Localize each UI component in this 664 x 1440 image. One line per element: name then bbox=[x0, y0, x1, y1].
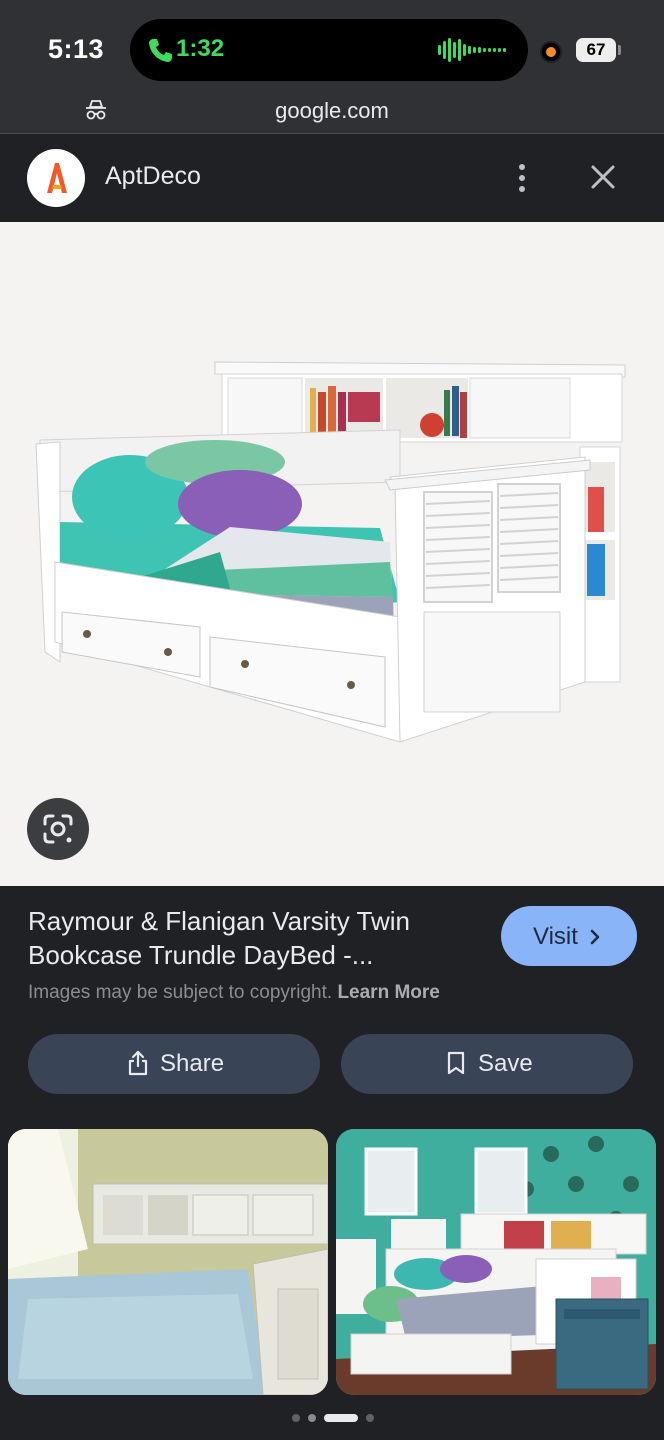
aptdeco-logo-icon bbox=[47, 163, 67, 193]
share-button[interactable]: Share bbox=[28, 1034, 320, 1094]
copyright-notice: Images may be subject to copyright. Lear… bbox=[28, 982, 440, 1004]
daybed-image bbox=[35, 361, 626, 743]
status-bar: 5:13 1:32 67 bbox=[0, 0, 664, 92]
learn-more-link[interactable]: Learn More bbox=[337, 982, 439, 1003]
share-label: Share bbox=[160, 1050, 225, 1077]
close-icon[interactable] bbox=[586, 160, 620, 194]
related-image-thumbnail[interactable] bbox=[336, 1129, 656, 1395]
visit-button[interactable]: Visit bbox=[501, 906, 637, 966]
google-lens-button[interactable] bbox=[27, 798, 89, 860]
more-options-button[interactable] bbox=[508, 162, 536, 194]
phone-icon bbox=[149, 39, 172, 62]
share-icon bbox=[128, 1050, 148, 1076]
recording-indicator-icon bbox=[540, 41, 562, 63]
pager-dot-active bbox=[324, 1414, 358, 1422]
source-logo[interactable] bbox=[27, 149, 85, 207]
save-label: Save bbox=[478, 1050, 533, 1077]
carousel-pager bbox=[292, 1413, 374, 1423]
pager-dot bbox=[366, 1414, 374, 1422]
related-daybed-photo-1 bbox=[8, 1129, 328, 1395]
related-daybed-photo-2 bbox=[336, 1129, 656, 1395]
url-bar[interactable]: google.com bbox=[0, 92, 664, 134]
more-vert-icon-dot bbox=[519, 186, 525, 192]
url-text: google.com bbox=[275, 98, 389, 123]
battery-tip bbox=[618, 45, 621, 55]
more-vert-icon-dot bbox=[519, 164, 525, 170]
battery-indicator: 67 bbox=[576, 38, 616, 62]
visit-label: Visit bbox=[533, 923, 578, 950]
pager-dot bbox=[308, 1414, 316, 1422]
source-name[interactable]: AptDeco bbox=[105, 162, 201, 191]
audio-waveform-icon bbox=[438, 38, 506, 62]
lens-icon bbox=[43, 814, 73, 844]
related-image-thumbnail[interactable] bbox=[8, 1129, 328, 1395]
source-header: AptDeco bbox=[0, 134, 664, 222]
copyright-text: Images may be subject to copyright. bbox=[28, 982, 333, 1003]
save-button[interactable]: Save bbox=[341, 1034, 633, 1094]
main-result-image[interactable] bbox=[0, 222, 664, 886]
call-timer: 1:32 bbox=[176, 35, 225, 62]
status-time: 5:13 bbox=[48, 34, 105, 64]
chevron-right-icon bbox=[590, 929, 600, 945]
dynamic-island-call[interactable]: 1:32 bbox=[130, 19, 528, 81]
pager-dot bbox=[292, 1414, 300, 1422]
more-vert-icon-dot bbox=[519, 175, 525, 181]
bookmark-icon bbox=[447, 1051, 465, 1075]
result-title[interactable]: Raymour & Flanigan Varsity Twin Bookcase… bbox=[28, 904, 478, 972]
